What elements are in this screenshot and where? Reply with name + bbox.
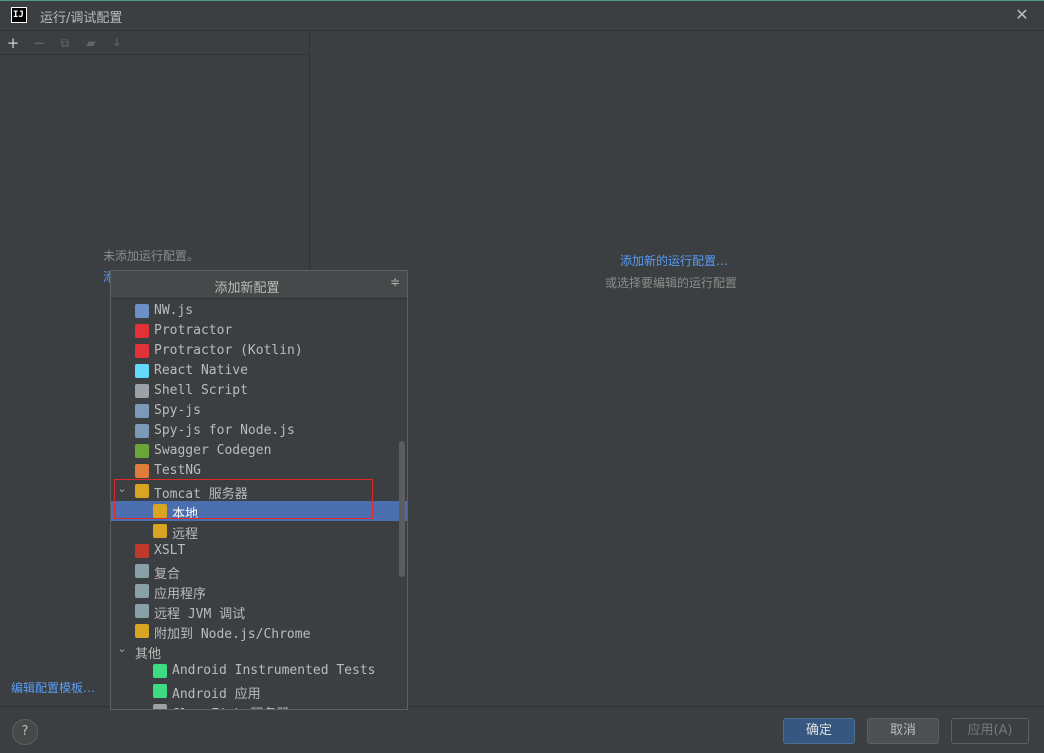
list-item-label: 远程 <box>172 527 199 542</box>
folder-icon[interactable]: ▰ <box>80 32 102 54</box>
list-item-label: 附加到 Node.js/Chrome <box>154 627 311 642</box>
shell-icon <box>135 384 149 398</box>
list-item[interactable]: Spy-js for Node.js <box>111 421 407 441</box>
chevron-down-icon[interactable]: ⌄ <box>116 642 128 655</box>
list-item[interactable]: XSLT <box>111 541 407 561</box>
list-item[interactable]: React Native <box>111 361 407 381</box>
list-item[interactable]: Protractor (Kotlin) <box>111 341 407 361</box>
application-icon <box>135 584 149 598</box>
chevron-down-icon[interactable]: ⌄ <box>116 482 128 495</box>
list-item[interactable]: ⌄ GlassFish 服务器 <box>111 701 407 709</box>
list-item-label: NW.js <box>154 303 194 318</box>
configuration-detail-panel: 添加新的运行配置… 或选择要编辑的运行配置 <box>311 31 1044 706</box>
react-icon <box>135 364 149 378</box>
list-item[interactable]: ⌄ Tomcat 服务器 <box>111 481 407 502</box>
protractor-icon <box>135 324 149 338</box>
list-item-label: Swagger Codegen <box>154 443 272 458</box>
glassfish-icon <box>153 704 167 709</box>
android-icon <box>153 664 167 678</box>
list-item[interactable]: 远程 JVM 调试 <box>111 601 407 622</box>
chevron-down-icon[interactable]: ⌄ <box>116 702 128 709</box>
popup-header: 添加新配置 ≑ <box>111 271 407 299</box>
close-icon[interactable]: ✕ <box>1012 5 1032 25</box>
protractor-icon <box>135 344 149 358</box>
popup-title: 添加新配置 <box>214 281 280 296</box>
list-item[interactable]: Spy-js <box>111 401 407 421</box>
title-bar: IJ 运行/调试配置 ✕ <box>0 0 1044 31</box>
cancel-button[interactable]: 取消 <box>867 718 939 744</box>
attach-icon <box>135 624 149 638</box>
empty-message: 未添加运行配置。 <box>103 249 200 263</box>
remove-icon[interactable]: − <box>28 32 50 54</box>
list-item[interactable]: NW.js <box>111 301 407 321</box>
popup-scrollbar[interactable] <box>399 441 405 577</box>
list-item-label: Tomcat 服务器 <box>154 487 248 502</box>
list-item-label: XSLT <box>154 543 186 558</box>
list-item-label: Android Instrumented Tests <box>172 663 376 678</box>
list-item[interactable]: TestNG <box>111 461 407 481</box>
testng-icon <box>135 464 149 478</box>
add-new-configuration-popup: 添加新配置 ≑ NW.js Protractor Protractor (Kotli… <box>110 270 408 710</box>
list-item-label: GlassFish 服务器 <box>172 703 289 709</box>
remote-debug-icon <box>135 604 149 618</box>
apply-button[interactable]: 应用(A) <box>951 718 1029 744</box>
list-item[interactable]: Shell Script <box>111 381 407 401</box>
tree-toolbar: + − ⧉ ▰ ↓ <box>0 31 310 55</box>
list-item[interactable]: 附加到 Node.js/Chrome <box>111 621 407 642</box>
copy-icon[interactable]: ⧉ <box>54 32 76 54</box>
window-title: 运行/调试配置 <box>40 11 123 26</box>
list-item-label: 其他 <box>135 647 162 662</box>
list-item[interactable]: 本地 <box>111 501 407 522</box>
list-item-label: React Native <box>154 363 248 378</box>
intellij-logo-icon: IJ <box>11 7 27 23</box>
spyjs-icon <box>135 404 149 418</box>
sort-icon[interactable]: ↓ <box>106 32 128 54</box>
list-item[interactable]: Android 应用 <box>111 681 407 702</box>
collapse-all-icon[interactable]: ≑ <box>387 275 403 293</box>
list-item-label: Protractor (Kotlin) <box>154 343 303 358</box>
list-item[interactable]: Android Instrumented Tests <box>111 661 407 681</box>
list-item-label: TestNG <box>154 463 201 478</box>
list-item-label: Protractor <box>154 323 233 338</box>
xslt-icon <box>135 544 149 558</box>
list-item-label: Shell Script <box>154 383 248 398</box>
tomcat-icon <box>153 524 167 538</box>
add-icon[interactable]: + <box>2 32 24 54</box>
compound-icon <box>135 564 149 578</box>
list-item-label: Android 应用 <box>172 687 261 702</box>
list-item-label: 复合 <box>154 567 181 582</box>
ok-button[interactable]: 确定 <box>783 718 855 744</box>
list-item[interactable]: Protractor <box>111 321 407 341</box>
add-new-configuration-link[interactable]: 添加新的运行配置… <box>620 252 728 269</box>
list-item[interactable]: Swagger Codegen <box>111 441 407 461</box>
list-item[interactable]: 复合 <box>111 561 407 582</box>
edit-templates-link[interactable]: 编辑配置模板… <box>11 679 95 696</box>
dialog-buttons-bar: ? 确定 取消 应用(A) <box>0 706 1044 753</box>
tomcat-icon <box>153 504 167 518</box>
help-button[interactable]: ? <box>12 719 38 745</box>
configuration-type-list: NW.js Protractor Protractor (Kotlin) React … <box>111 299 407 709</box>
swagger-icon <box>135 444 149 458</box>
list-item-label: 远程 JVM 调试 <box>154 607 246 622</box>
list-item-label: Spy-js for Node.js <box>154 423 295 438</box>
android-icon <box>153 684 167 698</box>
list-item-label: Spy-js <box>154 403 201 418</box>
list-item-label: 本地 <box>172 507 199 522</box>
tomcat-icon <box>135 484 149 498</box>
list-item[interactable]: 应用程序 <box>111 581 407 602</box>
select-hint: 或选择要编辑的运行配置 <box>605 276 738 290</box>
list-item[interactable]: 远程 <box>111 521 407 542</box>
nwjs-icon <box>135 304 149 318</box>
list-item[interactable]: ⌄ 其他 <box>111 641 407 662</box>
list-item-label: 应用程序 <box>154 587 207 602</box>
spyjs-icon <box>135 424 149 438</box>
